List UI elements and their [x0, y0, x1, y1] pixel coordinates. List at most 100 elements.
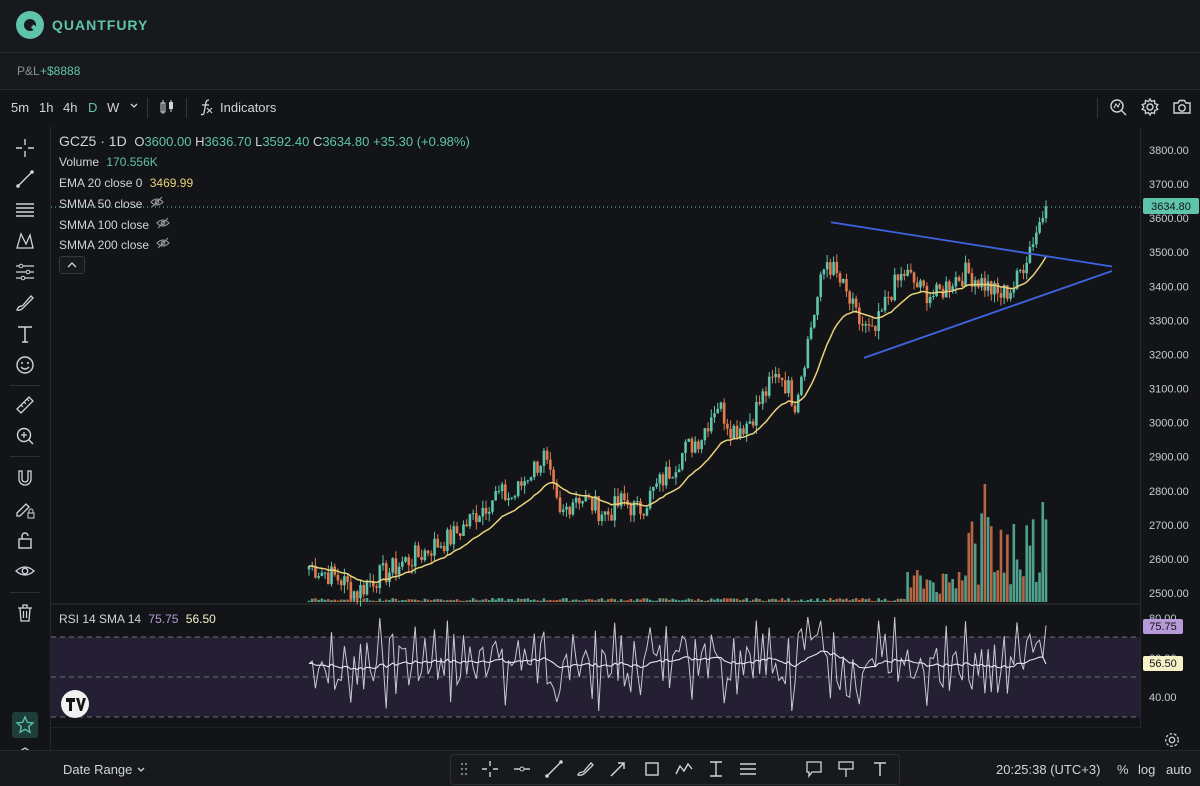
trend-line-icon[interactable] — [12, 166, 38, 192]
pnl-value: +$8888 — [40, 64, 81, 78]
volume-bar — [478, 600, 481, 602]
volume-bar — [571, 599, 575, 602]
volume-bar — [777, 600, 781, 602]
candle-body — [513, 495, 517, 498]
favorites-star-icon[interactable] — [12, 712, 38, 738]
candle-body — [835, 261, 839, 274]
candle-body — [568, 506, 571, 515]
candle-body — [600, 514, 604, 521]
smma-200-legend[interactable]: SMMA 200 close — [59, 237, 171, 252]
log-toggle[interactable]: log — [1138, 762, 1155, 777]
eye-off-icon[interactable] — [156, 217, 171, 232]
price-tick-label: 3200.00 — [1149, 349, 1189, 361]
collapse-legend-button[interactable] — [59, 256, 85, 274]
candle-body — [764, 391, 768, 396]
gear-icon[interactable] — [1140, 97, 1160, 120]
date-range-button[interactable]: Date Range — [63, 762, 146, 777]
camera-icon[interactable] — [1172, 97, 1192, 120]
volume-bar — [784, 600, 787, 602]
volume-bar — [841, 599, 845, 602]
ruler-icon[interactable] — [12, 392, 38, 418]
lock-drawing-icon[interactable] — [12, 496, 38, 522]
volume-bar — [626, 600, 629, 602]
auto-toggle[interactable]: auto — [1166, 762, 1191, 777]
text-icon[interactable] — [868, 757, 892, 781]
candle-body — [732, 425, 736, 439]
volume-bar — [819, 600, 823, 602]
candle-body — [787, 380, 790, 394]
eye-icon[interactable] — [12, 558, 38, 584]
triangle-upper-line[interactable] — [830, 221, 1113, 268]
volume-bar — [732, 598, 736, 602]
eye-off-icon[interactable] — [156, 237, 171, 252]
volume-bar — [713, 599, 716, 602]
percent-toggle[interactable]: % — [1117, 762, 1129, 777]
brush-icon[interactable] — [12, 290, 38, 316]
candle-body — [413, 545, 417, 567]
smma-100-legend[interactable]: SMMA 100 close — [59, 217, 171, 232]
brush-icon[interactable] — [574, 757, 598, 781]
fib-icon[interactable] — [704, 757, 728, 781]
horizontal-line-icon[interactable] — [510, 757, 534, 781]
volume-bar — [1015, 559, 1019, 602]
signpost-icon[interactable] — [834, 757, 858, 781]
indicators-button[interactable]: Indicators — [220, 100, 276, 115]
drag-handle-icon[interactable] — [452, 757, 476, 781]
timeframe-d[interactable]: D — [88, 100, 97, 115]
timeframe-5m[interactable]: 5m — [11, 100, 29, 115]
price-chart[interactable]: 2022AprJunSepNov2025MarMayJulSep — [51, 128, 1140, 728]
parallel-channel-icon[interactable] — [736, 757, 760, 781]
candle-body — [365, 582, 369, 595]
volume-bar — [671, 598, 674, 602]
volume-bar — [475, 599, 478, 602]
candle-body — [536, 461, 539, 473]
callout-icon[interactable] — [802, 757, 826, 781]
timeframe-1h[interactable]: 1h — [39, 100, 53, 115]
volume-legend[interactable]: Volume 170.556K — [59, 155, 158, 169]
volume-bar — [690, 599, 694, 602]
volume-bar — [989, 526, 993, 602]
path-icon[interactable] — [672, 757, 696, 781]
volume-bar — [307, 600, 311, 602]
candle-body — [1035, 232, 1038, 245]
fib-retracement-icon[interactable] — [12, 197, 38, 223]
emoji-icon[interactable] — [12, 352, 38, 378]
xabcd-pattern-icon[interactable] — [12, 228, 38, 254]
zoom-in-icon[interactable] — [12, 423, 38, 449]
trash-icon[interactable] — [12, 600, 38, 626]
crosshair-icon[interactable] — [12, 135, 38, 161]
candle-body — [336, 574, 340, 581]
axis-settings-gear-icon[interactable] — [1163, 731, 1181, 749]
candle-body — [487, 511, 491, 514]
volume-bar — [500, 598, 504, 602]
rectangle-icon[interactable] — [640, 757, 664, 781]
rsi-legend[interactable]: RSI 14 SMA 14 75.75 56.50 — [59, 612, 216, 626]
smma-50-legend[interactable]: SMMA 50 close — [59, 196, 164, 211]
eye-off-icon[interactable] — [150, 196, 164, 211]
timeframe-dropdown-icon[interactable] — [129, 98, 139, 113]
clock[interactable]: 20:25:38 (UTC+3) — [996, 762, 1100, 777]
text-icon[interactable] — [12, 321, 38, 347]
fx-icon[interactable] — [198, 98, 214, 119]
candle-body — [504, 484, 507, 501]
ema-legend[interactable]: EMA 20 close 0 3469.99 — [59, 176, 193, 190]
magnet-icon[interactable] — [12, 465, 38, 491]
price-axis[interactable]: 3800.00 3700.00 3600.00 3500.00 3400.00 3300.… — [1140, 128, 1200, 728]
trend-line-icon[interactable] — [542, 757, 566, 781]
volume-bar — [941, 573, 945, 602]
volume-bar — [619, 599, 623, 602]
timeframe-4h[interactable]: 4h — [63, 100, 77, 115]
candle-body — [851, 298, 855, 304]
volume-bar — [796, 600, 800, 602]
gann-fan-icon[interactable] — [12, 259, 38, 285]
candlestick-type-icon[interactable] — [158, 98, 176, 119]
timeframe-w[interactable]: W — [107, 100, 119, 115]
lock-icon[interactable] — [12, 527, 38, 553]
candle-body — [558, 497, 562, 512]
symbol-legend[interactable]: GCZ5 · 1D O3600.00 H3636.70 L3592.40 C36… — [59, 133, 470, 149]
volume-bar — [858, 599, 861, 602]
crosshair-icon[interactable] — [478, 757, 502, 781]
arrow-icon[interactable] — [606, 757, 630, 781]
volume-bar — [491, 598, 494, 602]
replay-icon[interactable] — [1108, 97, 1128, 120]
